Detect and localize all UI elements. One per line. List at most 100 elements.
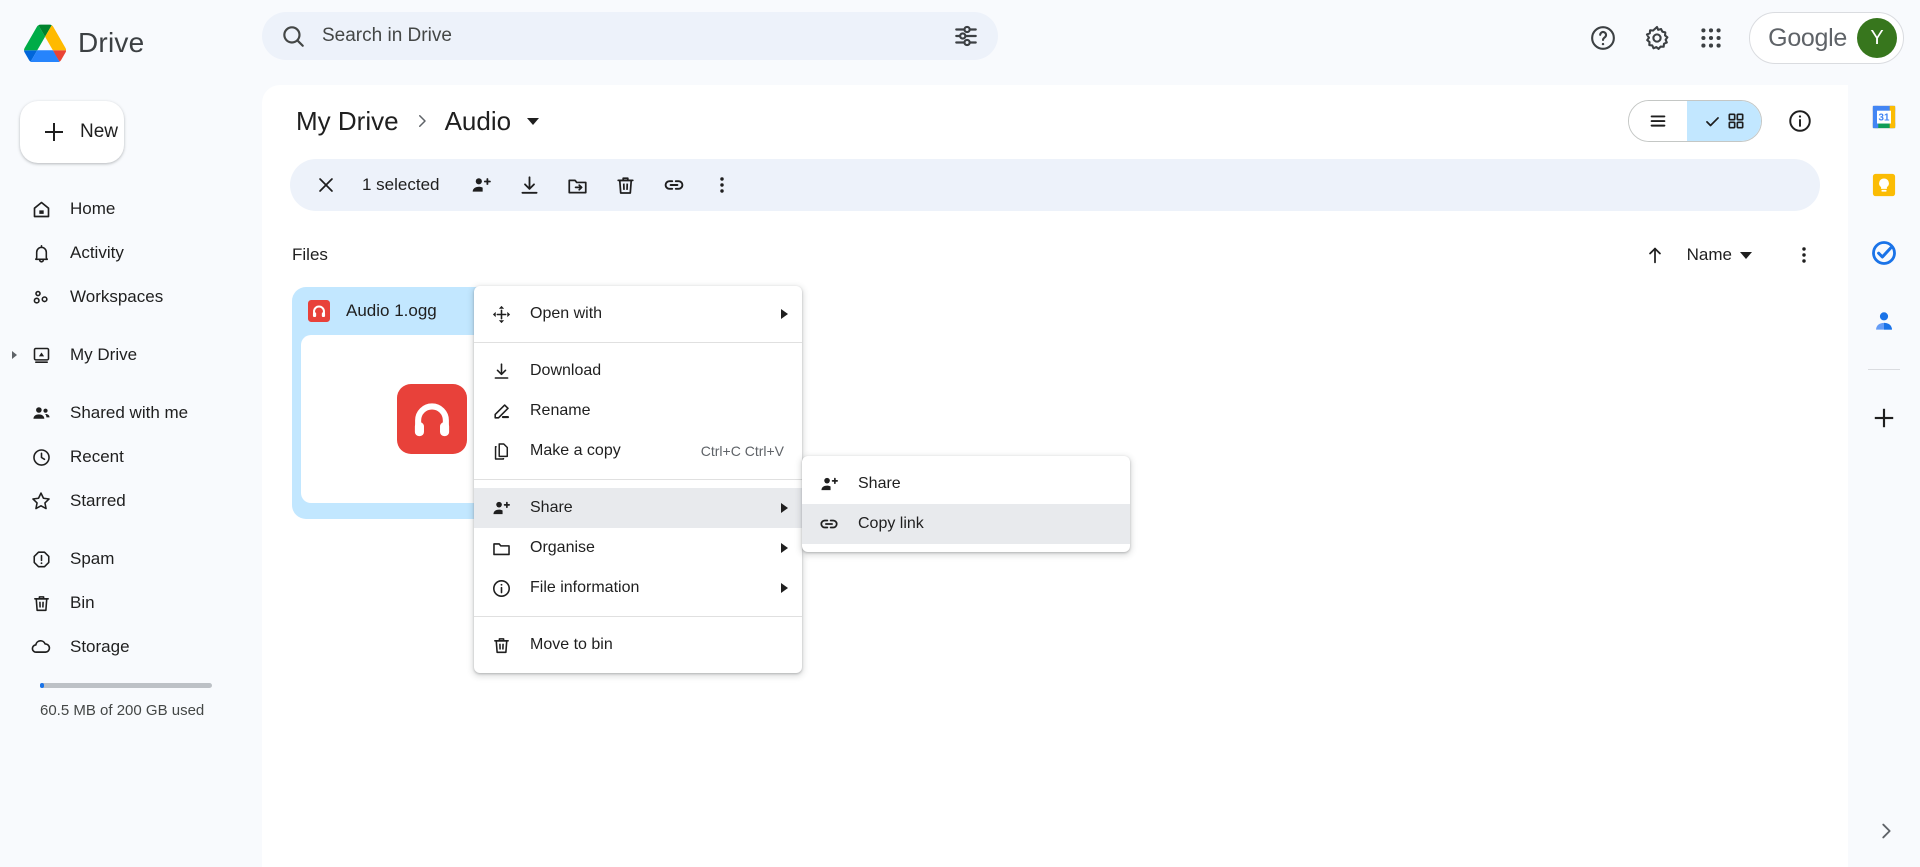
- search-input[interactable]: [322, 25, 944, 47]
- calendar-icon: 31: [1872, 105, 1896, 129]
- breadcrumb-current[interactable]: Audio: [439, 102, 518, 141]
- submenu-arrow-icon: [781, 309, 788, 319]
- google-apps-button[interactable]: [1687, 14, 1735, 62]
- sidebar-item-spam[interactable]: Spam: [0, 537, 234, 581]
- rail-divider: [1868, 369, 1900, 370]
- context-menu-item-label: Rename: [530, 402, 591, 419]
- side-panel-expand-button[interactable]: [1866, 811, 1906, 851]
- sidebar-item-label: Storage: [70, 637, 130, 656]
- share-submenu: Share Copy link: [802, 456, 1130, 552]
- sidebar-item-bin[interactable]: Bin: [0, 581, 234, 625]
- account-chip[interactable]: Google Y: [1749, 12, 1904, 64]
- close-icon: [319, 178, 333, 192]
- download-icon: [521, 175, 538, 194]
- sidebar-item-label: Spam: [70, 549, 115, 568]
- context-menu-item-label: File information: [530, 579, 640, 596]
- context-menu-item-make-a-copy[interactable]: Make a copy Ctrl+C Ctrl+V: [474, 431, 802, 471]
- link-icon: [818, 513, 840, 535]
- sidebar-item-activity[interactable]: Activity: [0, 231, 234, 275]
- storage-usage-text: 60.5 MB of 200 GB used: [40, 702, 205, 719]
- sort-direction-button[interactable]: [1633, 233, 1677, 277]
- chevron-right-icon[interactable]: [12, 351, 17, 359]
- audio-file-icon: [308, 300, 330, 322]
- folder-icon: [490, 537, 512, 559]
- list-layout-button[interactable]: [1629, 101, 1687, 141]
- audio-type-icon: [308, 300, 330, 322]
- svg-text:31: 31: [1879, 113, 1890, 124]
- files-more-options-button[interactable]: [1782, 233, 1826, 277]
- help-button[interactable]: [1579, 14, 1627, 62]
- context-menu-item-share[interactable]: Share: [474, 488, 802, 528]
- side-panel-tasks-button[interactable]: [1864, 233, 1904, 273]
- sidebar-item-label: Activity: [70, 243, 124, 262]
- search-filter-button[interactable]: [944, 14, 988, 58]
- trash-icon: [30, 592, 52, 614]
- sidebar-item-label: Workspaces: [70, 287, 164, 306]
- context-menu-item-file-information[interactable]: File information: [474, 568, 802, 608]
- context-menu-item-organise[interactable]: Organise: [474, 528, 802, 568]
- context-menu-item-label: Move to bin: [530, 636, 613, 653]
- gear-icon: [1646, 25, 1669, 50]
- side-panel-contacts-button[interactable]: [1864, 301, 1904, 341]
- sidebar-item-shared-with-me[interactable]: Shared with me: [0, 391, 234, 435]
- side-panel-add-button[interactable]: [1864, 398, 1904, 438]
- context-menu-item-label: Make a copy: [530, 442, 621, 459]
- sort-by-chip[interactable]: Name: [1677, 239, 1762, 271]
- delete-button[interactable]: [604, 163, 648, 207]
- trash-icon: [617, 176, 634, 194]
- view-layout-toggle: [1628, 100, 1762, 142]
- share-submenu-item-label: Share: [858, 475, 901, 492]
- folder-move-icon: [568, 178, 587, 193]
- drive-brand[interactable]: Drive: [24, 24, 294, 62]
- star-icon: [30, 490, 52, 512]
- sidebar-item-home[interactable]: Home: [0, 187, 234, 231]
- search-bar[interactable]: [262, 12, 998, 60]
- context-menu-item-label: Share: [530, 499, 573, 516]
- home-icon: [30, 198, 52, 220]
- share-button[interactable]: [460, 163, 504, 207]
- keep-icon: [1872, 173, 1896, 197]
- sidebar-item-label: Recent: [70, 447, 124, 466]
- sidebar-nav: Home Activity Workspaces My Drive Shared…: [0, 187, 262, 719]
- list-icon: [1650, 115, 1666, 127]
- side-panel-calendar-button[interactable]: 31: [1864, 97, 1904, 137]
- sidebar-item-workspaces[interactable]: Workspaces: [0, 275, 234, 319]
- download-button[interactable]: [508, 163, 552, 207]
- sidebar-item-label: Shared with me: [70, 403, 189, 422]
- info-icon: [490, 577, 512, 599]
- breadcrumb-root[interactable]: My Drive: [290, 102, 405, 141]
- context-menu-item-move-to-bin[interactable]: Move to bin: [474, 625, 802, 665]
- more-actions-button[interactable]: [700, 163, 744, 207]
- sort-by-label: Name: [1686, 245, 1732, 264]
- people-icon: [30, 402, 52, 424]
- move-arrows-icon: [492, 305, 510, 323]
- clear-selection-button[interactable]: [304, 163, 348, 207]
- avatar[interactable]: Y: [1857, 18, 1897, 58]
- sidebar-group-shared: Shared with me Recent Starred: [0, 391, 262, 523]
- help-icon: [1591, 26, 1616, 50]
- context-menu-item-rename[interactable]: Rename: [474, 391, 802, 431]
- share-submenu-item-copy-link[interactable]: Copy link: [802, 504, 1130, 544]
- sidebar-item-recent[interactable]: Recent: [0, 435, 234, 479]
- chevron-right-icon: [1882, 823, 1891, 839]
- share-submenu-item-share[interactable]: Share: [802, 464, 1130, 504]
- headphones-icon: [414, 403, 450, 437]
- main-header: My Drive Audio: [262, 85, 1848, 157]
- context-menu-item-open-with[interactable]: Open with: [474, 294, 802, 334]
- sidebar-item-my-drive[interactable]: My Drive: [0, 333, 234, 377]
- files-section-header: Files Name: [262, 211, 1848, 281]
- sidebar-item-storage[interactable]: Storage: [0, 625, 234, 669]
- side-panel-keep-button[interactable]: [1864, 165, 1904, 205]
- sidebar-item-starred[interactable]: Starred: [0, 479, 234, 523]
- top-bar: Drive Search in Drive Google Y: [0, 0, 1920, 85]
- sidebar: New Home Activity Workspaces My Drive Sh…: [0, 85, 262, 867]
- breadcrumb-chevron-down-icon[interactable]: [527, 117, 540, 125]
- move-to-folder-button[interactable]: [556, 163, 600, 207]
- person-add-icon: [818, 473, 840, 495]
- grid-layout-button[interactable]: [1687, 101, 1761, 141]
- context-menu-item-download[interactable]: Download: [474, 351, 802, 391]
- view-details-button[interactable]: [1776, 97, 1824, 145]
- new-button[interactable]: New: [20, 101, 124, 163]
- settings-button[interactable]: [1633, 14, 1681, 62]
- copy-link-button[interactable]: [652, 163, 696, 207]
